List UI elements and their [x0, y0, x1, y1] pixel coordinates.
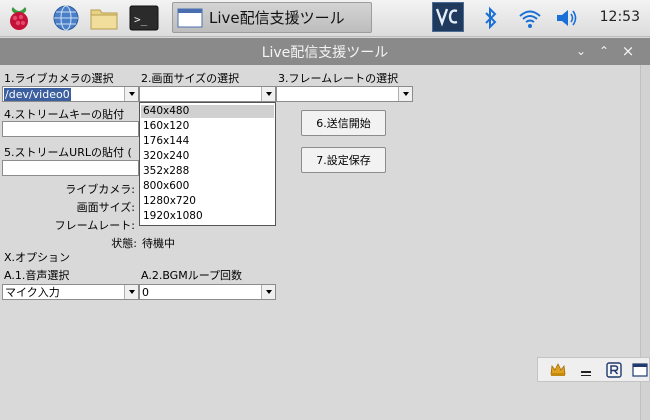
window-titlebar[interactable]: Live配信支援ツール ⌄ ⌃ ×: [0, 38, 650, 65]
framerate-combobox[interactable]: [276, 86, 413, 102]
file-manager-icon[interactable]: [89, 3, 119, 33]
terminal-icon[interactable]: >_: [129, 3, 159, 33]
size-option[interactable]: 160x120: [141, 120, 274, 133]
chevron-down-icon[interactable]: [261, 87, 275, 101]
chevron-down-icon[interactable]: [261, 285, 275, 299]
floating-toolbar: [537, 357, 650, 382]
camera-combobox[interactable]: /dev/video0: [2, 86, 139, 102]
status-value: 待機中: [142, 237, 175, 250]
bluetooth-icon[interactable]: [476, 3, 506, 33]
minimize-button[interactable]: ⌄: [574, 44, 588, 58]
chevron-down-icon[interactable]: [124, 285, 138, 299]
bgm-loop-combobox[interactable]: 0: [139, 284, 276, 300]
size-option[interactable]: 1280x720: [141, 195, 274, 208]
streamurl-label: 5.ストリームURLの貼付 (: [4, 146, 132, 159]
clock[interactable]: 12:53: [600, 9, 640, 25]
size-option[interactable]: 640x480: [141, 105, 274, 118]
size-select-label: 2.画面サイズの選択: [141, 72, 240, 85]
minimize-icon[interactable]: [578, 362, 594, 378]
window-title: Live配信支援ツール: [261, 45, 389, 61]
streamurl-input[interactable]: [2, 160, 139, 176]
info-camera-label: ライブカメラ:: [65, 183, 135, 196]
crown-icon[interactable]: [550, 362, 566, 378]
framerate-select-label: 3.フレームレートの選択: [278, 72, 399, 85]
maximize-button[interactable]: ⌃: [597, 44, 611, 58]
streamkey-label: 4.ストリームキーの貼付: [4, 108, 125, 121]
taskbar: >_ Live配信支援ツール 12:53: [0, 0, 650, 37]
taskbar-app-button[interactable]: Live配信支援ツール: [172, 2, 372, 33]
size-option[interactable]: 800x600: [141, 180, 274, 193]
app-window-icon: [177, 8, 203, 27]
options-label: X.オプション: [4, 251, 71, 264]
size-dropdown-list[interactable]: 640x480 160x120 176x144 320x240 352x288 …: [139, 102, 276, 226]
close-button[interactable]: ×: [621, 44, 635, 59]
audio-select-label: A.1.音声選択: [4, 269, 70, 282]
camera-select-label: 1.ライブカメラの選択: [4, 72, 114, 85]
size-option[interactable]: 176x144: [141, 135, 274, 148]
raspberry-menu-icon[interactable]: [4, 3, 34, 33]
streamkey-input[interactable]: [2, 121, 139, 137]
r-badge-icon[interactable]: [606, 362, 622, 378]
info-framerate-label: フレームレート:: [54, 219, 135, 232]
camera-combobox-value: /dev/video0: [4, 88, 71, 101]
window-icon[interactable]: [632, 362, 648, 378]
taskbar-app-title: Live配信支援ツール: [209, 9, 345, 27]
info-size-label: 画面サイズ:: [76, 201, 135, 214]
svg-text:>_: >_: [134, 13, 148, 26]
save-settings-button[interactable]: 7.設定保存: [301, 147, 386, 173]
wifi-icon[interactable]: [515, 3, 545, 33]
volume-icon[interactable]: [552, 3, 582, 33]
audio-combobox-value: マイク入力: [5, 286, 60, 299]
web-browser-icon[interactable]: [51, 3, 81, 33]
size-option[interactable]: 1920x1080: [141, 210, 274, 223]
chevron-down-icon[interactable]: [398, 87, 412, 101]
start-stream-button[interactable]: 6.送信開始: [301, 110, 386, 136]
chevron-down-icon[interactable]: [124, 87, 138, 101]
audio-combobox[interactable]: マイク入力: [2, 284, 139, 300]
bgm-loop-label: A.2.BGMループ回数: [141, 269, 243, 282]
size-option[interactable]: 352x288: [141, 165, 274, 178]
bgm-loop-combobox-value: 0: [142, 286, 149, 299]
vnc-icon[interactable]: [432, 2, 464, 32]
size-option[interactable]: 320x240: [141, 150, 274, 163]
size-combobox[interactable]: [139, 86, 276, 102]
